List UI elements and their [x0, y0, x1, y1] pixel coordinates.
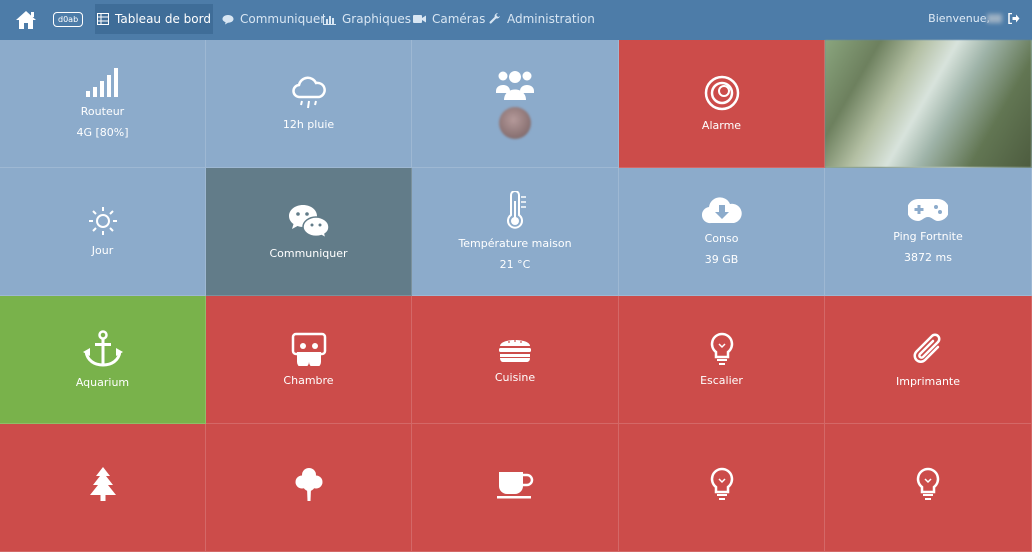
- cloud-rain-icon: [291, 76, 326, 108]
- version-badge: d0ab: [53, 12, 84, 27]
- tile-label: Communiquer: [269, 246, 348, 260]
- table-icon: [97, 13, 110, 25]
- tile-aquarium[interactable]: Aquarium: [0, 296, 206, 424]
- nav-label: Administration: [507, 12, 595, 26]
- nav-tableau-de-bord[interactable]: Tableau de bord: [95, 4, 213, 34]
- sign-out-icon[interactable]: [1008, 13, 1020, 24]
- tile-label: Aquarium: [75, 375, 130, 389]
- tile-label: Chambre: [283, 373, 334, 387]
- sleep-icon: [291, 332, 326, 366]
- nav-cameras[interactable]: Caméras: [413, 4, 485, 34]
- tile-escalier[interactable]: Escalier: [619, 296, 825, 424]
- top-navigation-bar: d0ab Tableau de bord Communiquer Graphiq…: [0, 0, 1032, 40]
- tile-chambre[interactable]: Chambre: [206, 296, 412, 424]
- tile-jour[interactable]: Jour: [0, 168, 206, 296]
- tile-value: 39 GB: [704, 253, 739, 266]
- bar-chart-icon: [323, 13, 336, 25]
- tile-value: 4G [80%]: [76, 126, 129, 139]
- cloud-download-icon: [701, 197, 742, 224]
- tile-lumiere-1[interactable]: [619, 424, 825, 552]
- group-icon: [496, 70, 534, 100]
- tile-cafe[interactable]: [412, 424, 619, 552]
- welcome-text: Bienvenue,: [928, 12, 990, 25]
- wrench-icon: [489, 13, 500, 24]
- lightbulb-icon: [710, 332, 733, 365]
- nav-administration[interactable]: Administration: [489, 4, 595, 34]
- tile-label: Conso: [704, 232, 739, 245]
- tile-communiquer[interactable]: Communiquer: [206, 168, 412, 296]
- tile-jardin[interactable]: [206, 424, 412, 552]
- tile-camera-photo[interactable]: [825, 40, 1032, 168]
- home-icon[interactable]: [14, 9, 38, 31]
- nav-communiquer[interactable]: Communiquer: [222, 4, 325, 34]
- nav-label: Graphiques: [342, 12, 411, 26]
- anchor-icon: [82, 329, 123, 367]
- alarm-icon: [704, 75, 739, 110]
- tile-value: 21 °C: [499, 258, 531, 271]
- tile-label: Jour: [91, 243, 114, 257]
- tree-icon: [89, 466, 116, 501]
- tile-sapin[interactable]: [0, 424, 206, 552]
- tile-label: Cuisine: [494, 370, 536, 384]
- tile-conso[interactable]: Conso 39 GB: [619, 168, 825, 296]
- nav-graphiques[interactable]: Graphiques: [323, 4, 411, 34]
- tile-label: 12h pluie: [282, 117, 335, 131]
- coffee-icon: [497, 471, 534, 498]
- gamepad-icon: [908, 199, 948, 221]
- comment-icon: [222, 14, 234, 24]
- tile-label: Température maison: [458, 237, 572, 250]
- nav-label: Tableau de bord: [115, 12, 211, 26]
- lightbulb-icon: [710, 467, 733, 500]
- user-name-blurred: [987, 14, 1002, 23]
- nav-label: Caméras: [432, 12, 486, 26]
- sun-icon: [88, 206, 117, 235]
- video-camera-icon: [413, 15, 426, 23]
- nav-label: Communiquer: [240, 12, 326, 26]
- tile-alarme[interactable]: Alarme: [619, 40, 825, 168]
- tile-lumiere-2[interactable]: [825, 424, 1032, 552]
- tile-label: Routeur: [80, 105, 125, 118]
- wechat-icon: [288, 204, 330, 239]
- thermometer-icon: [507, 191, 526, 229]
- tile-label: Alarme: [701, 118, 742, 132]
- tile-routeur[interactable]: Routeur 4G [80%]: [0, 40, 206, 168]
- lightbulb-icon: [916, 467, 940, 500]
- tile-label: Escalier: [700, 373, 743, 387]
- tile-ping-fortnite[interactable]: Ping Fortnite 3872 ms: [825, 168, 1032, 296]
- tile-presence[interactable]: [412, 40, 619, 168]
- tile-label: Ping Fortnite: [893, 230, 963, 243]
- dashboard-grid: Routeur 4G [80%] 12h pluie Alarme Jour C…: [0, 40, 1032, 552]
- tile-cuisine[interactable]: Cuisine: [412, 296, 619, 424]
- paperclip-icon: [913, 333, 941, 363]
- tile-temperature[interactable]: Température maison 21 °C: [412, 168, 619, 296]
- tile-pluie[interactable]: 12h pluie: [206, 40, 412, 168]
- signal-bars-icon: [85, 68, 118, 97]
- tile-label: Imprimante: [895, 374, 961, 388]
- tile-imprimante[interactable]: Imprimante: [825, 296, 1032, 424]
- tile-value: 3872 ms: [904, 251, 952, 264]
- tree-round-icon: [295, 467, 322, 501]
- user-avatar-blurred: [499, 106, 531, 139]
- burger-icon: [499, 339, 531, 362]
